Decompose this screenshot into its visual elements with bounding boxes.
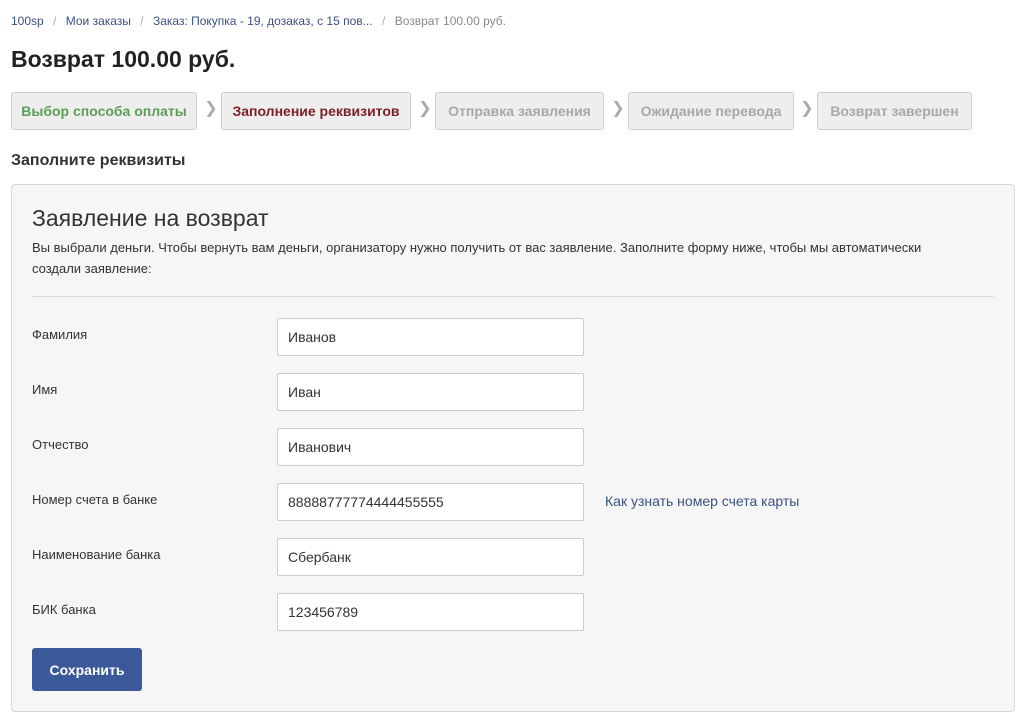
bank-bic-label: БИК банка <box>32 602 96 617</box>
account-number-help-link[interactable]: Как узнать номер счета карты <box>605 493 799 509</box>
first-name-input[interactable] <box>277 373 584 411</box>
bank-name-input[interactable] <box>277 538 584 576</box>
patronymic-label: Отчество <box>32 437 89 452</box>
breadcrumb-link-home[interactable]: 100sp <box>11 14 44 28</box>
divider <box>32 296 994 297</box>
bank-name-label: Наименование банка <box>32 547 161 562</box>
breadcrumb: 100sp / Мои заказы / Заказ: Покупка - 19… <box>11 14 506 28</box>
patronymic-input[interactable] <box>277 428 584 466</box>
first-name-label: Имя <box>32 382 58 397</box>
bank-account-input[interactable] <box>277 483 584 521</box>
save-button[interactable]: Сохранить <box>32 648 142 691</box>
refund-form-panel: Заявление на возврат Вы выбрали деньги. … <box>11 184 1015 712</box>
breadcrumb-separator: / <box>140 14 144 28</box>
page-title: Возврат 100.00 руб. <box>11 46 236 72</box>
last-name-label: Фамилия <box>32 327 88 342</box>
chevron-right-icon: ❯ <box>418 100 432 117</box>
step-send-application: Отправка заявления <box>435 92 604 130</box>
step-payment-method: Выбор способа оплаты <box>11 92 197 130</box>
breadcrumb-link-my-orders[interactable]: Мои заказы <box>66 14 131 28</box>
bank-bic-input[interactable] <box>277 593 584 631</box>
step-awaiting-transfer: Ожидание перевода <box>628 92 794 130</box>
breadcrumb-separator: / <box>382 14 386 28</box>
breadcrumb-current: Возврат 100.00 руб. <box>394 14 506 28</box>
chevron-right-icon: ❯ <box>611 100 625 117</box>
section-title: Заполните реквизиты <box>11 152 186 169</box>
step-fill-details: Заполнение реквизитов <box>221 92 411 130</box>
form-title: Заявление на возврат <box>32 205 269 231</box>
form-description: Вы выбрали деньги. Чтобы вернуть вам ден… <box>32 240 922 276</box>
chevron-right-icon: ❯ <box>800 100 814 117</box>
breadcrumb-separator: / <box>53 14 57 28</box>
step-refund-complete: Возврат завершен <box>817 92 972 130</box>
chevron-right-icon: ❯ <box>204 100 218 117</box>
breadcrumb-link-order[interactable]: Заказ: Покупка - 19, дозаказ, с 15 пов..… <box>153 14 373 28</box>
last-name-input[interactable] <box>277 318 584 356</box>
bank-account-label: Номер счета в банке <box>32 492 158 507</box>
